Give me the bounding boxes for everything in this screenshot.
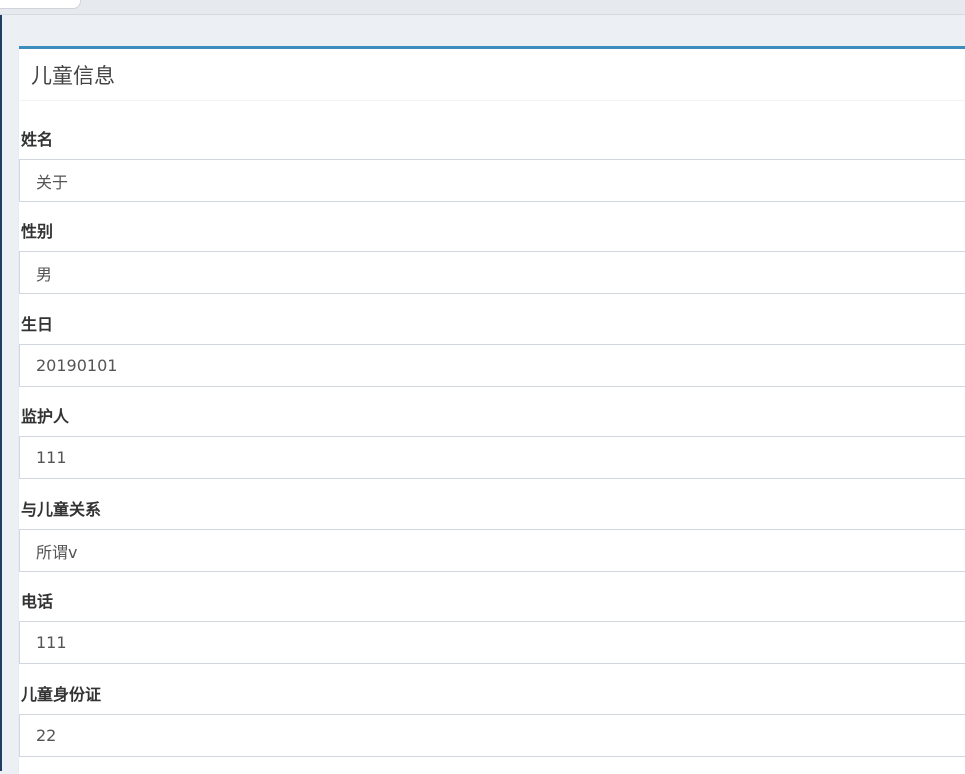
relationship-label: 与儿童关系	[21, 500, 102, 519]
sidebar-edge	[0, 15, 2, 771]
gender-label: 性别	[21, 222, 54, 241]
birthday-input[interactable]	[19, 344, 965, 387]
name-label: 姓名	[21, 130, 54, 149]
panel-title: 儿童信息	[31, 63, 115, 88]
panel-header: 儿童信息	[19, 49, 965, 101]
active-tab[interactable]	[0, 0, 81, 9]
form-group-relationship: 与儿童关系	[19, 499, 965, 572]
phone-label: 电话	[21, 592, 54, 611]
guardian-label: 监护人	[21, 407, 70, 426]
gender-input[interactable]	[19, 251, 965, 294]
name-input[interactable]	[19, 159, 965, 202]
birthday-label: 生日	[21, 315, 54, 334]
form-group-id-card: 儿童身份证	[19, 684, 965, 757]
form-group-phone: 电话	[19, 591, 965, 664]
form-group-birthday: 生日	[19, 314, 965, 387]
relationship-input[interactable]	[19, 529, 965, 572]
form-group-name: 姓名	[19, 129, 965, 202]
form-group-guardian: 监护人	[19, 406, 965, 479]
id-card-label: 儿童身份证	[21, 685, 102, 704]
browser-tab-strip	[0, 0, 965, 15]
form-group-gender: 性别	[19, 221, 965, 294]
id-card-input[interactable]	[19, 714, 965, 757]
phone-input[interactable]	[19, 621, 965, 664]
guardian-input[interactable]	[19, 436, 965, 479]
child-info-panel: 儿童信息 姓名 性别 生日 监护人 与儿童关系 电话 儿童身份证	[19, 46, 965, 774]
